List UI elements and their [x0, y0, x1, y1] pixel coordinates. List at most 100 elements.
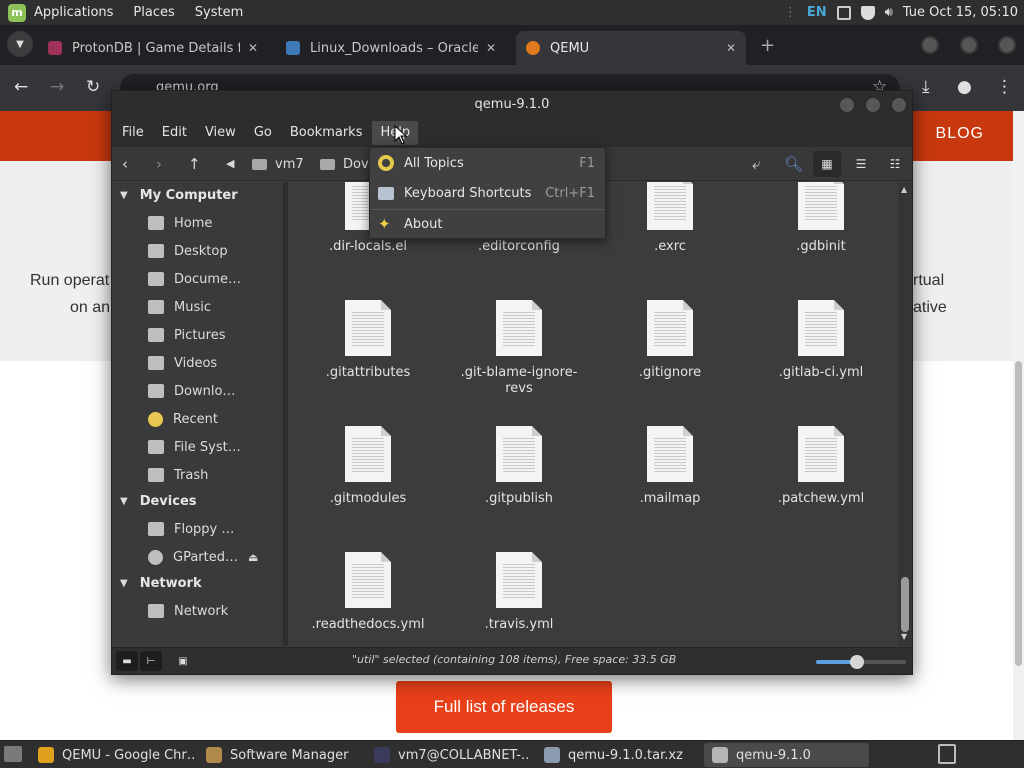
places-menu[interactable]: Places [133, 5, 174, 20]
page-scrollbar-thumb[interactable] [1015, 361, 1022, 666]
file-item[interactable]: .git-blame-ignore-revs [444, 300, 594, 397]
file-item[interactable]: .travis.yml [444, 552, 594, 633]
sidebar-item[interactable]: Network [148, 600, 228, 622]
shield-icon[interactable] [860, 5, 875, 20]
file-item[interactable]: .readthedocs.yml [293, 552, 443, 633]
sidebar-heading-network[interactable]: ▼ Network [120, 573, 202, 593]
file-item[interactable]: .mailmap [595, 426, 745, 507]
sidebar-item[interactable]: File Syst… [148, 436, 241, 458]
icon-view-grid-icon[interactable]: ▦ [813, 151, 841, 177]
mint-logo-icon[interactable]: m [8, 3, 26, 22]
file-item[interactable]: .gitignore [595, 300, 745, 381]
file-view-scrollbar[interactable]: ▲ ▼ [898, 182, 912, 646]
sidebar-item[interactable]: Recent [148, 408, 218, 430]
sidebar-heading-my-computer[interactable]: ▼ My Computer [120, 185, 238, 205]
close-tab-icon[interactable]: ✕ [486, 41, 496, 55]
tab-qemu[interactable]: QEMU ✕ [516, 31, 746, 65]
more-menu-icon[interactable]: ⋮ [996, 77, 1013, 97]
reload-icon[interactable]: ↻ [86, 77, 100, 97]
scroll-down-arrow-icon[interactable]: ▼ [901, 632, 907, 641]
sidebar-item[interactable]: Pictures [148, 324, 225, 346]
profile-icon[interactable]: ● [957, 77, 972, 97]
file-item[interactable]: .gitattributes [293, 300, 443, 381]
breadcrumb-left-arrow-icon[interactable]: ◀ [226, 157, 234, 170]
tab-linux-downloads[interactable]: Linux_Downloads – Oracle V ✕ [276, 31, 506, 65]
sidebar-item[interactable]: Trash [148, 464, 208, 486]
new-tab-plus-icon[interactable]: + [760, 35, 775, 56]
tab-search-chevron-icon[interactable]: ▼ [7, 31, 33, 57]
sidebar-item[interactable]: Floppy … [148, 518, 234, 540]
file-item[interactable]: .exrc [595, 182, 745, 255]
file-view-scrollbar-thumb[interactable] [901, 577, 909, 632]
minimize-window-icon[interactable] [838, 96, 856, 114]
toggle-location-entry-icon[interactable]: ⤶ [752, 155, 760, 173]
maximize-window-icon[interactable] [864, 96, 882, 114]
sidebar-item[interactable]: Videos [148, 352, 217, 374]
menu-bookmarks[interactable]: Bookmarks [282, 121, 371, 145]
taskbar-window-button[interactable]: QEMU - Google Chr… [30, 743, 195, 767]
breadcrumb-downloads[interactable]: Dov [320, 153, 369, 175]
sidebar-item[interactable]: Music [148, 296, 211, 318]
menu-file[interactable]: File [114, 121, 152, 145]
minimize-window-icon[interactable] [921, 36, 939, 54]
maximize-window-icon[interactable] [960, 36, 978, 54]
close-window-icon[interactable] [998, 36, 1016, 54]
sidebar-item[interactable]: Downlo… [148, 380, 235, 402]
blog-link[interactable]: BLOG [936, 125, 984, 143]
eject-icon[interactable]: ⏏ [248, 551, 258, 564]
sidebar-item[interactable]: Desktop [148, 240, 228, 262]
file-item[interactable]: .gdbinit [746, 182, 896, 255]
list-view-icon[interactable]: ☰ [847, 151, 875, 177]
zoom-slider-knob[interactable] [849, 655, 864, 669]
sidebar-item[interactable]: Home [148, 212, 212, 234]
back-arrow-icon[interactable]: ← [14, 77, 28, 97]
breadcrumb-vm7[interactable]: vm7 [252, 153, 304, 175]
page-scrollbar[interactable] [1013, 111, 1024, 740]
forward-arrow-icon[interactable]: → [50, 77, 64, 97]
taskbar-window-button[interactable]: vm7@COLLABNET-… [366, 743, 531, 767]
show-places-icon[interactable]: ▬ [116, 651, 138, 671]
network-icon[interactable] [836, 5, 851, 20]
tab-protondb[interactable]: ProtonDB | Game Details for ✕ [38, 31, 268, 65]
file-item[interactable]: .gitlab-ci.yml [746, 300, 896, 381]
sidebar-heading-devices[interactable]: ▼ Devices [120, 491, 197, 511]
forward-arrow-icon[interactable]: › [156, 155, 162, 173]
show-desktop-icon[interactable] [4, 746, 22, 762]
full-list-of-releases-button[interactable]: Full list of releases [396, 681, 612, 733]
taskbar-window-button[interactable]: Software Manager [198, 743, 363, 767]
system-menu[interactable]: System [195, 5, 243, 20]
volume-icon[interactable]: 🔊︎ [885, 5, 893, 20]
search-icon[interactable]: 🔍︎ [784, 155, 803, 173]
expander-triangle-icon[interactable]: ▼ [120, 578, 128, 589]
compact-view-icon[interactable]: ☷ [881, 151, 909, 177]
sidebar-item[interactable]: GParted… ⏏ [148, 546, 258, 568]
menu-item-all-topics[interactable]: All Topics F1 [370, 148, 605, 178]
show-treeview-icon[interactable]: ⊢ [140, 651, 162, 671]
back-arrow-icon[interactable]: ‹ [122, 155, 128, 173]
file-item[interactable]: .patchew.yml [746, 426, 896, 507]
close-tab-icon[interactable]: ✕ [248, 41, 258, 55]
taskbar-window-button[interactable]: qemu-9.1.0 [704, 743, 869, 767]
expander-triangle-icon[interactable]: ▼ [120, 496, 128, 507]
zoom-slider[interactable] [816, 655, 906, 669]
close-window-icon[interactable] [890, 96, 908, 114]
keyboard-layout-indicator[interactable]: EN [807, 5, 827, 20]
scroll-up-arrow-icon[interactable]: ▲ [901, 185, 907, 194]
menu-edit[interactable]: Edit [154, 121, 195, 145]
expander-triangle-icon[interactable]: ▼ [120, 190, 128, 201]
menu-go[interactable]: Go [246, 121, 280, 145]
sidebar-item[interactable]: Docume… [148, 268, 241, 290]
menu-item-keyboard-shortcuts[interactable]: Keyboard Shortcuts Ctrl+F1 [370, 178, 605, 208]
close-tab-icon[interactable]: ✕ [726, 41, 736, 55]
clock[interactable]: Tue Oct 15, 05:10 [903, 5, 1018, 20]
taskbar-window-button[interactable]: qemu-9.1.0.tar.xz [536, 743, 701, 767]
menu-item-about[interactable]: ✦ About [370, 209, 605, 239]
workspace-switcher-icon[interactable] [938, 744, 956, 764]
file-item[interactable]: .gitmodules [293, 426, 443, 507]
hide-sidebar-icon[interactable]: ▣ [172, 651, 194, 671]
menu-view[interactable]: View [197, 121, 244, 145]
file-item[interactable]: .gitpublish [444, 426, 594, 507]
up-arrow-icon[interactable]: ↑ [188, 155, 201, 173]
download-icon[interactable]: ⤓ [922, 77, 930, 97]
applications-menu[interactable]: Applications [34, 5, 113, 20]
